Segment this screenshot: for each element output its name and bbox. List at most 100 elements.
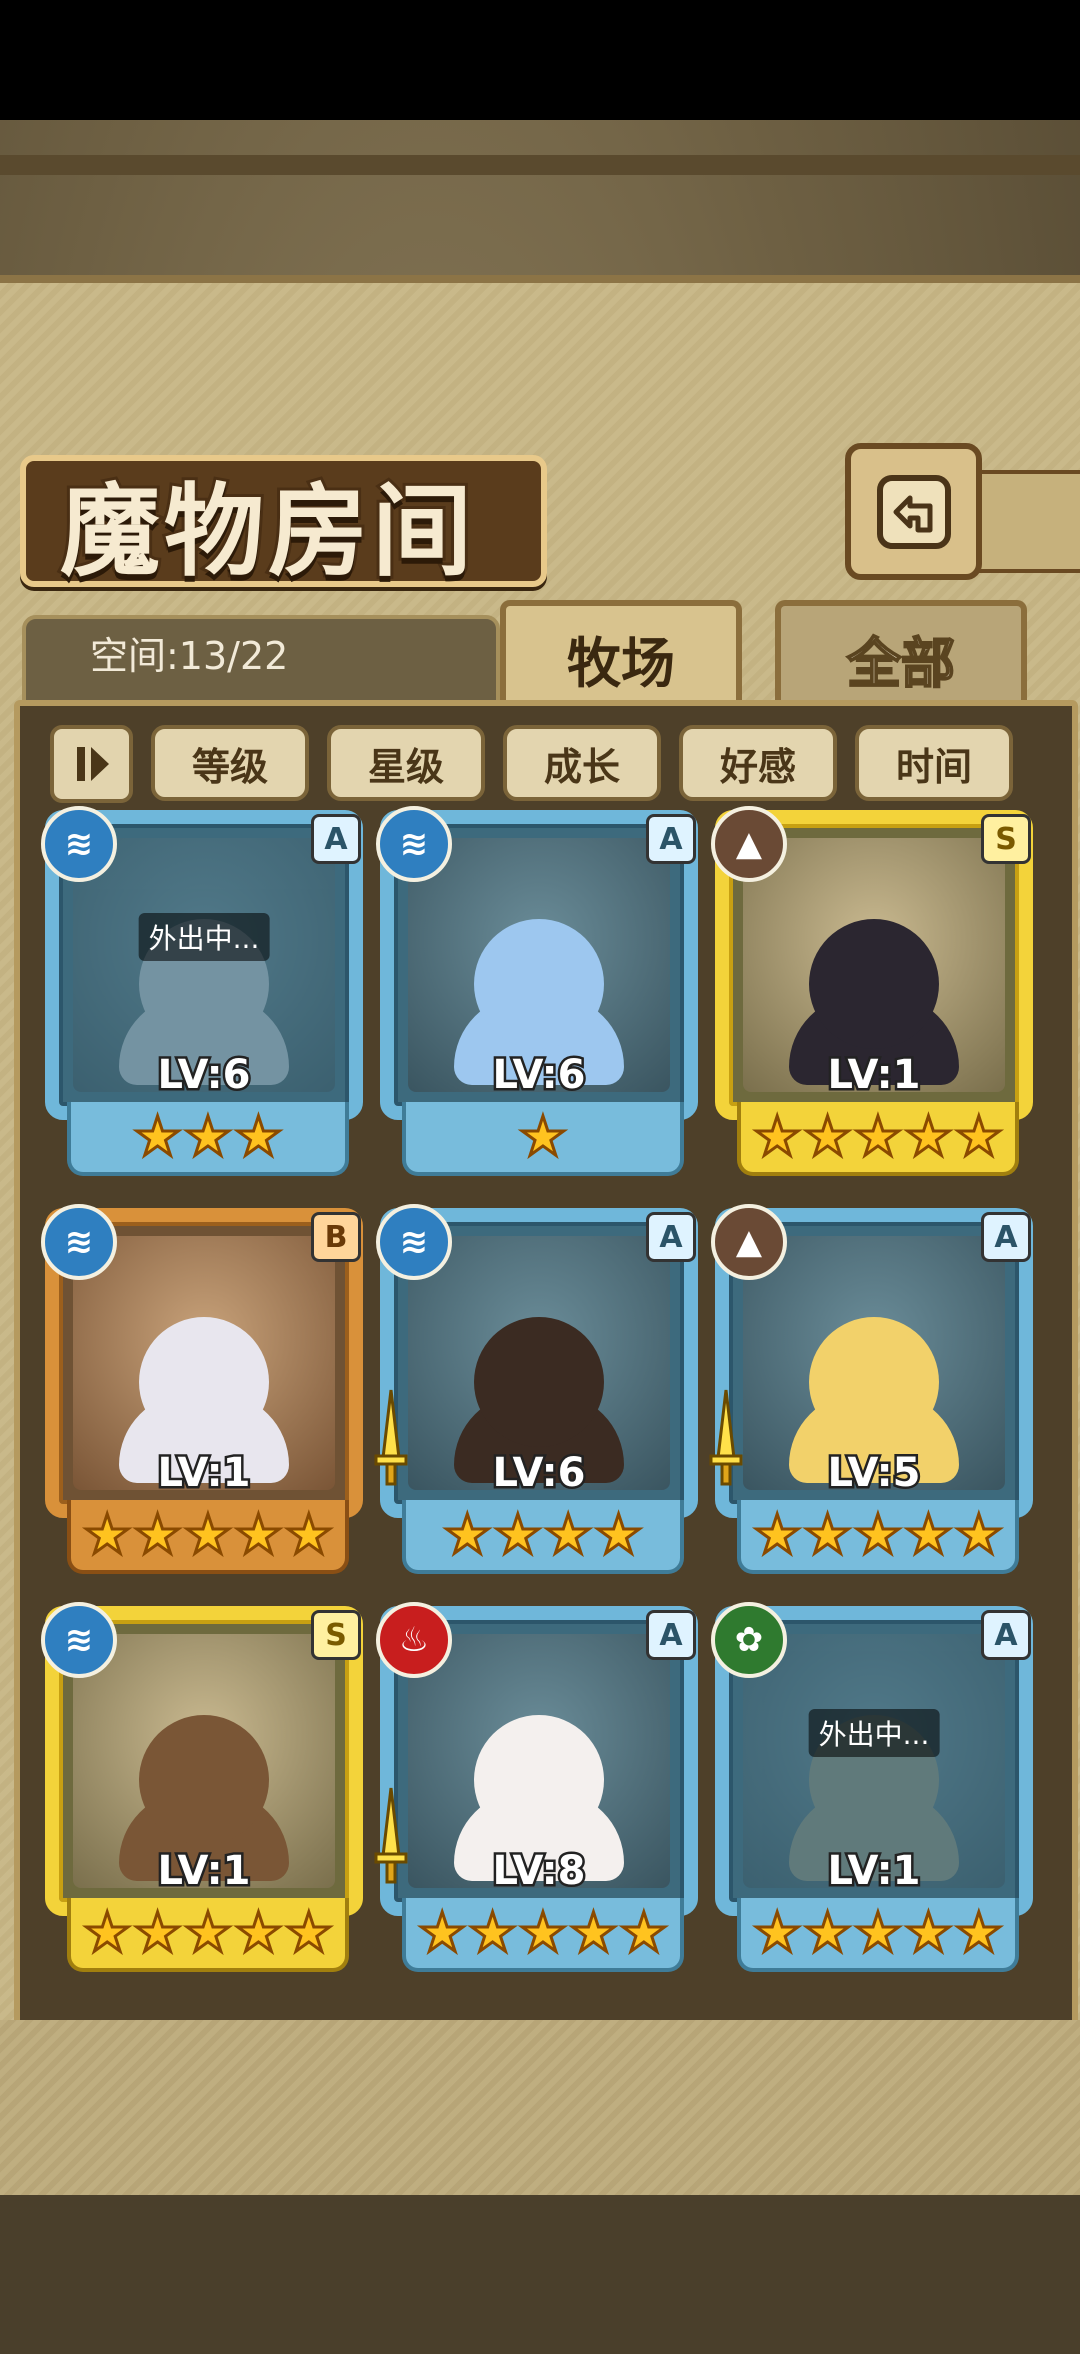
star-icon: ★ bbox=[903, 1503, 954, 1566]
monster-head bbox=[809, 919, 939, 1050]
star-icon: ★ bbox=[517, 1105, 568, 1168]
star-icon: ★ bbox=[751, 1503, 802, 1566]
monster-card[interactable]: ▲ A LV:5 ★ ★ ★ ★ ★ bbox=[709, 1204, 1033, 1588]
star-icon: ★ bbox=[852, 1901, 903, 1964]
star-rating: ★ ★ ★ ★ ★ bbox=[402, 1898, 684, 1972]
star-rating: ★ ★ ★ ★ ★ bbox=[737, 1898, 1019, 1972]
sort-growth-button[interactable]: 成长 bbox=[503, 725, 661, 801]
tab-all[interactable]: 全部 bbox=[775, 600, 1027, 711]
monster-head bbox=[474, 1317, 604, 1448]
star-rating: ★ ★ ★ ★ ★ bbox=[737, 1500, 1019, 1574]
level-label: LV:6 bbox=[155, 1050, 253, 1101]
page-title: 魔物房间 bbox=[57, 469, 476, 593]
monster-card[interactable]: ≋ B LV:1 ★ ★ ★ ★ ★ bbox=[41, 1204, 363, 1588]
rank-badge: S bbox=[981, 814, 1031, 864]
monster-head bbox=[809, 1317, 939, 1448]
return-icon bbox=[876, 474, 951, 549]
monster-card[interactable]: 外出中... ✿ A LV:1 ★ ★ ★ ★ ★ bbox=[711, 1602, 1033, 1986]
top-frame-strip bbox=[0, 155, 1080, 175]
star-icon: ★ bbox=[953, 1503, 1004, 1566]
monster-card[interactable]: ≋ A LV:6 ★ bbox=[376, 806, 698, 1190]
star-icon: ★ bbox=[542, 1503, 593, 1566]
water-element-icon: ≋ bbox=[376, 806, 452, 882]
water-element-icon: ≋ bbox=[41, 1602, 117, 1678]
star-rating: ★ ★ ★ ★ ★ bbox=[67, 1500, 349, 1574]
rank-badge: A bbox=[646, 1610, 696, 1660]
sword-icon bbox=[374, 1389, 408, 1486]
star-icon: ★ bbox=[568, 1901, 619, 1964]
sort-star-button[interactable]: 星级 bbox=[327, 725, 485, 801]
star-icon: ★ bbox=[132, 1503, 183, 1566]
sort-order-icon bbox=[76, 747, 109, 781]
star-icon: ★ bbox=[953, 1105, 1004, 1168]
water-element-icon: ≋ bbox=[41, 1204, 117, 1280]
sword-icon bbox=[709, 1389, 743, 1486]
star-icon: ★ bbox=[132, 1901, 183, 1964]
star-icon: ★ bbox=[852, 1105, 903, 1168]
fire-element-icon: ♨ bbox=[376, 1602, 452, 1678]
sort-level-button[interactable]: 等级 bbox=[151, 725, 309, 801]
away-status: 外出中... bbox=[138, 912, 270, 961]
level-label: LV:6 bbox=[490, 1050, 588, 1101]
sword-icon bbox=[374, 1787, 408, 1884]
monster-card[interactable]: 外出中... ≋ A LV:6 ★ ★ ★ bbox=[41, 806, 363, 1190]
away-status: 外出中... bbox=[808, 1708, 940, 1757]
star-rating: ★ ★ ★ ★ bbox=[402, 1500, 684, 1574]
star-icon: ★ bbox=[416, 1901, 467, 1964]
star-icon: ★ bbox=[283, 1901, 334, 1964]
star-icon: ★ bbox=[132, 1105, 183, 1168]
nature-element-icon: ✿ bbox=[711, 1602, 787, 1678]
monster-head bbox=[474, 1715, 604, 1846]
rank-badge: S bbox=[311, 1610, 361, 1660]
star-icon: ★ bbox=[953, 1901, 1004, 1964]
back-button[interactable] bbox=[845, 443, 982, 580]
star-rating: ★ bbox=[402, 1102, 684, 1176]
star-icon: ★ bbox=[903, 1105, 954, 1168]
level-label: LV:1 bbox=[825, 1050, 923, 1101]
monster-card[interactable]: ♨ A LV:8 ★ ★ ★ ★ ★ bbox=[374, 1602, 698, 1986]
sort-bar: 等级 星级 成长 好感 时间 bbox=[50, 725, 1013, 803]
monster-card[interactable]: ▲ S LV:1 ★ ★ ★ ★ ★ bbox=[711, 806, 1033, 1190]
star-rating: ★ ★ ★ ★ ★ bbox=[737, 1102, 1019, 1176]
star-icon: ★ bbox=[802, 1901, 853, 1964]
star-icon: ★ bbox=[182, 1901, 233, 1964]
level-label: LV:6 bbox=[490, 1448, 588, 1499]
star-icon: ★ bbox=[802, 1105, 853, 1168]
rank-badge: A bbox=[646, 814, 696, 864]
monster-card[interactable]: ≋ A LV:6 ★ ★ ★ ★ bbox=[374, 1204, 698, 1588]
water-element-icon: ≋ bbox=[41, 806, 117, 882]
rank-badge: A bbox=[311, 814, 361, 864]
star-icon: ★ bbox=[283, 1503, 334, 1566]
rank-badge: B bbox=[311, 1212, 361, 1262]
star-icon: ★ bbox=[233, 1503, 284, 1566]
star-icon: ★ bbox=[233, 1105, 284, 1168]
bottom-strip bbox=[0, 2020, 1080, 2220]
back-bar bbox=[975, 470, 1080, 573]
star-icon: ★ bbox=[618, 1901, 669, 1964]
level-label: LV:1 bbox=[155, 1846, 253, 1897]
star-rating: ★ ★ ★ bbox=[67, 1102, 349, 1176]
monster-head bbox=[139, 1317, 269, 1448]
sort-order-toggle[interactable] bbox=[50, 725, 133, 803]
level-label: LV:8 bbox=[490, 1846, 588, 1897]
sort-affection-button[interactable]: 好感 bbox=[679, 725, 837, 801]
level-label: LV:5 bbox=[825, 1448, 923, 1499]
star-rating: ★ ★ ★ ★ ★ bbox=[67, 1898, 349, 1972]
star-icon: ★ bbox=[593, 1503, 644, 1566]
earth-element-icon: ▲ bbox=[711, 1204, 787, 1280]
star-icon: ★ bbox=[182, 1503, 233, 1566]
star-icon: ★ bbox=[442, 1503, 493, 1566]
star-icon: ★ bbox=[467, 1901, 518, 1964]
level-label: LV:1 bbox=[155, 1448, 253, 1499]
monster-card[interactable]: ≋ S LV:1 ★ ★ ★ ★ ★ bbox=[41, 1602, 363, 1986]
level-label: LV:1 bbox=[825, 1846, 923, 1897]
sort-time-button[interactable]: 时间 bbox=[855, 725, 1013, 801]
star-icon: ★ bbox=[751, 1105, 802, 1168]
space-count: 空间:13/22 bbox=[90, 634, 289, 678]
rank-badge: A bbox=[981, 1610, 1031, 1660]
star-icon: ★ bbox=[517, 1901, 568, 1964]
monster-head bbox=[139, 1715, 269, 1846]
star-icon: ★ bbox=[233, 1901, 284, 1964]
rank-badge: A bbox=[646, 1212, 696, 1262]
tab-ranch[interactable]: 牧场 bbox=[500, 600, 742, 711]
